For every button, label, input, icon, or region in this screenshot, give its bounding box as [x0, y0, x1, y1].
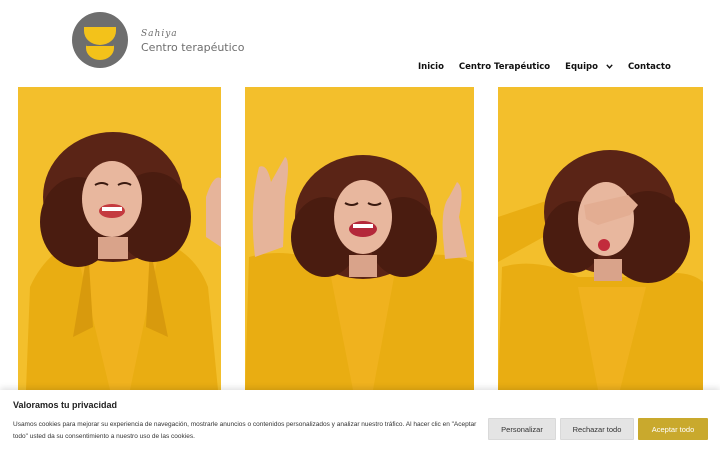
- gallery-photo-2[interactable]: [245, 87, 474, 390]
- chevron-down-icon: [606, 62, 613, 72]
- gallery-photo-1[interactable]: [18, 87, 221, 390]
- logo-mark-icon: [72, 12, 128, 68]
- cookie-banner-text: Usamos cookies para mejorar su experienc…: [13, 421, 477, 440]
- nav-item-label: Centro Terapéutico: [458, 62, 551, 72]
- site-header: Sahiya Centro terapéutico Inicio Centro …: [0, 0, 720, 86]
- nav-item-centro-terapeutico[interactable]: Centro Terapéutico: [459, 62, 550, 72]
- nav-item-inicio[interactable]: Inicio: [418, 62, 444, 72]
- cookie-banner-title: Valoramos tu privacidad: [13, 400, 118, 410]
- accept-all-button[interactable]: Aceptar todo: [638, 418, 708, 440]
- reject-all-button[interactable]: Rechazar todo: [560, 418, 634, 440]
- gallery-photo-3[interactable]: [498, 87, 703, 390]
- customize-button[interactable]: Personalizar: [488, 418, 556, 440]
- brand-name: Centro terapéutico: [141, 40, 245, 54]
- nav-item-label: Contacto: [627, 62, 671, 72]
- nav-item-equipo[interactable]: Equipo: [565, 62, 613, 72]
- brand-script-text: Sahiya: [141, 28, 178, 39]
- nav-item-label: Inicio: [418, 62, 444, 72]
- nav-item-label: Equipo: [565, 62, 598, 72]
- nav-item-contacto[interactable]: Contacto: [628, 62, 671, 72]
- cookie-banner: Valoramos tu privacidad Usamos cookies p…: [0, 390, 720, 450]
- site-logo[interactable]: Sahiya Centro terapéutico: [72, 12, 244, 68]
- main-nav: Inicio Centro Terapéutico Equipo Contact…: [418, 62, 671, 72]
